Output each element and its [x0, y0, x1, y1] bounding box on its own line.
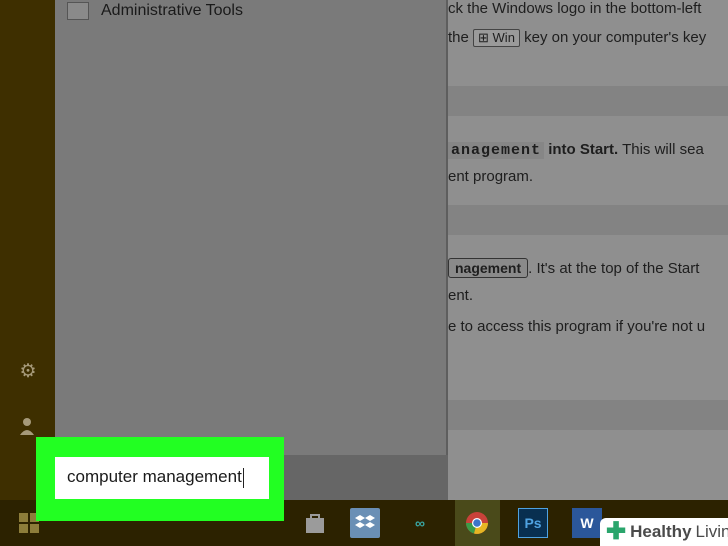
article-band: [448, 400, 728, 430]
article-text: . It's at the top of the Start: [528, 260, 700, 277]
article-line-4: ent program.: [448, 168, 534, 185]
settings-gear-icon[interactable]: ⚙: [17, 361, 39, 383]
search-input-text: computer management: [67, 467, 242, 486]
bold-text: into Start.: [548, 141, 619, 158]
win-key: ⊞ Win: [473, 29, 520, 47]
article-text: the: [448, 29, 469, 46]
article-line-2: the ⊞ Win key on your computer's key: [448, 29, 706, 47]
photoshop-icon[interactable]: Ps: [518, 508, 548, 538]
administrative-tools-label: Administrative Tools: [101, 2, 243, 19]
program-pill: nagement: [448, 258, 529, 278]
administrative-tools-item[interactable]: Administrative Tools: [67, 0, 243, 22]
start-left-rail: ⚙: [0, 0, 55, 500]
article-line-5: nagement. It's at the top of the Start: [448, 258, 700, 278]
article-band: [448, 205, 728, 235]
article-line-1: ck the Windows logo in the bottom-left: [448, 0, 702, 17]
article-line-3: anagement into Start. This will sea: [448, 141, 704, 159]
chrome-icon[interactable]: [462, 508, 492, 538]
user-account-icon[interactable]: [17, 416, 39, 438]
text-caret: [242, 467, 244, 488]
word-icon[interactable]: W: [572, 508, 602, 538]
background-article: ck the Windows logo in the bottom-left t…: [448, 0, 728, 500]
brand-name-rest: Living: [695, 522, 728, 541]
dropbox-icon[interactable]: [350, 508, 380, 538]
store-icon[interactable]: [300, 508, 330, 538]
photoshop-label: Ps: [524, 515, 542, 531]
brand-plus-icon: ✚: [606, 518, 627, 545]
code-snippet: anagement: [448, 142, 545, 159]
article-band: [448, 86, 728, 116]
article-line-7: e to access this program if you're not u: [448, 318, 706, 335]
administrative-tools-icon: [67, 2, 89, 20]
brand-watermark: ✚ Healthy Living: [600, 518, 728, 546]
article-text: This will sea: [622, 141, 704, 158]
search-highlight: computer management: [36, 437, 284, 521]
search-input[interactable]: computer management: [67, 467, 244, 488]
start-menu-panel: Administrative Tools: [55, 0, 448, 455]
arduino-icon[interactable]: ∞: [405, 508, 435, 538]
search-box[interactable]: computer management: [55, 457, 269, 499]
article-text: key on your computer's key: [524, 29, 707, 46]
word-label: W: [580, 515, 594, 531]
article-line-6: ent.: [448, 287, 474, 304]
brand-name-bold: Healthy: [630, 522, 692, 541]
